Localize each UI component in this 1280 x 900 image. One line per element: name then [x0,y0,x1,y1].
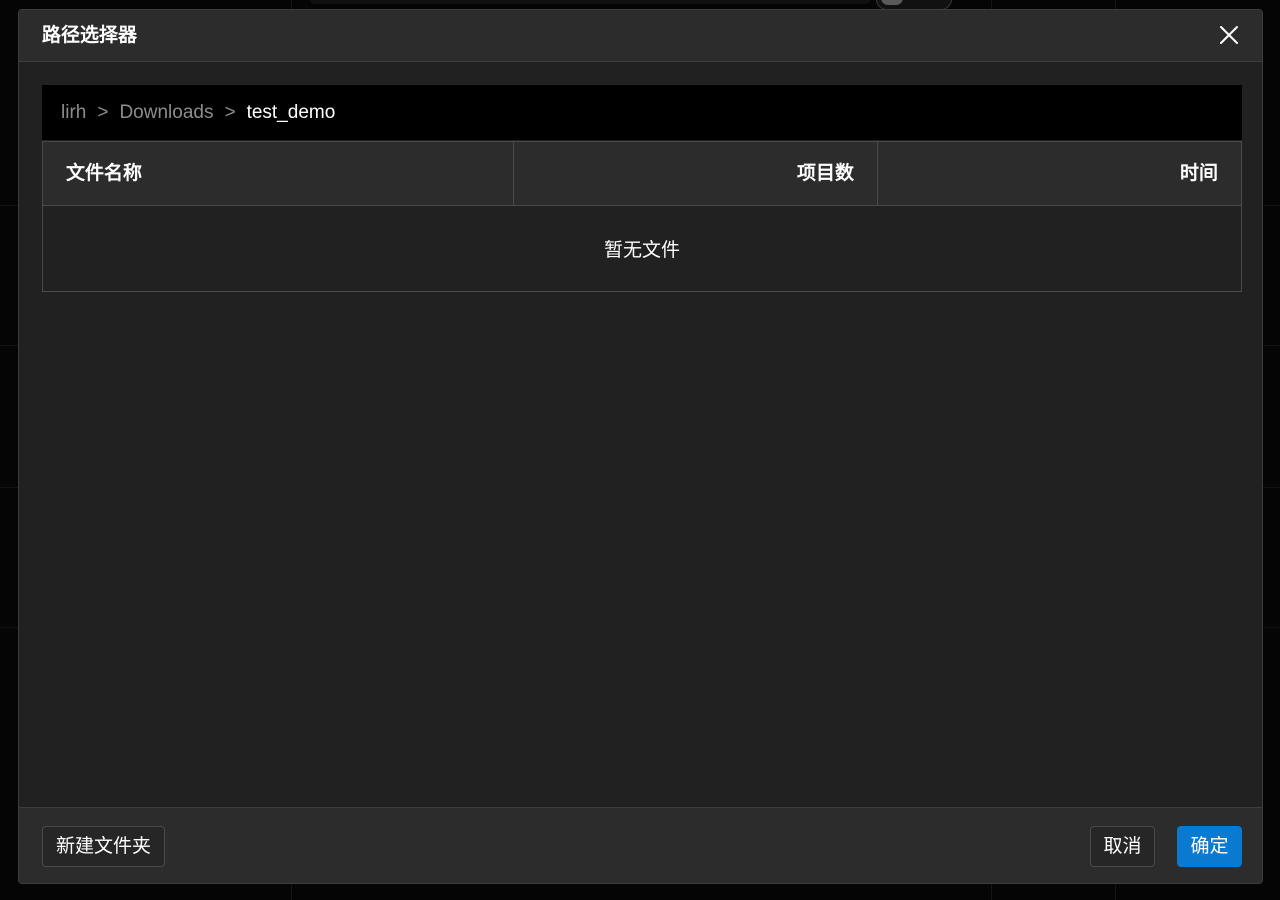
new-folder-button[interactable]: 新建文件夹 [42,826,165,867]
breadcrumb: lirh > Downloads > test_demo [42,85,1242,140]
column-header-name[interactable]: 文件名称 [43,142,514,205]
file-table: 文件名称 项目数 时间 暂无文件 [42,141,1242,292]
cancel-button[interactable]: 取消 [1090,826,1155,867]
breadcrumb-current: test_demo [246,101,336,123]
column-header-item-count[interactable]: 项目数 [514,142,878,205]
close-icon [1220,26,1238,44]
breadcrumb-item[interactable]: lirh [61,102,86,124]
close-button[interactable] [1216,22,1242,48]
breadcrumb-item[interactable]: Downloads [119,102,213,124]
path-picker-dialog: 路径选择器 lirh > Downloads > test_demo 文件名称 … [18,9,1263,884]
breadcrumb-separator: > [224,101,236,123]
empty-state-text: 暂无文件 [603,239,680,261]
column-header-time[interactable]: 时间 [878,142,1241,205]
confirm-button[interactable]: 确定 [1177,826,1242,867]
breadcrumb-separator: > [97,101,109,123]
table-header: 文件名称 项目数 时间 [43,142,1241,206]
dialog-title: 路径选择器 [42,24,138,46]
dialog-footer: 新建文件夹 取消 确定 [19,807,1262,883]
background-toggle-knob [881,0,903,5]
background-input [310,0,870,4]
dialog-header: 路径选择器 [19,10,1262,62]
